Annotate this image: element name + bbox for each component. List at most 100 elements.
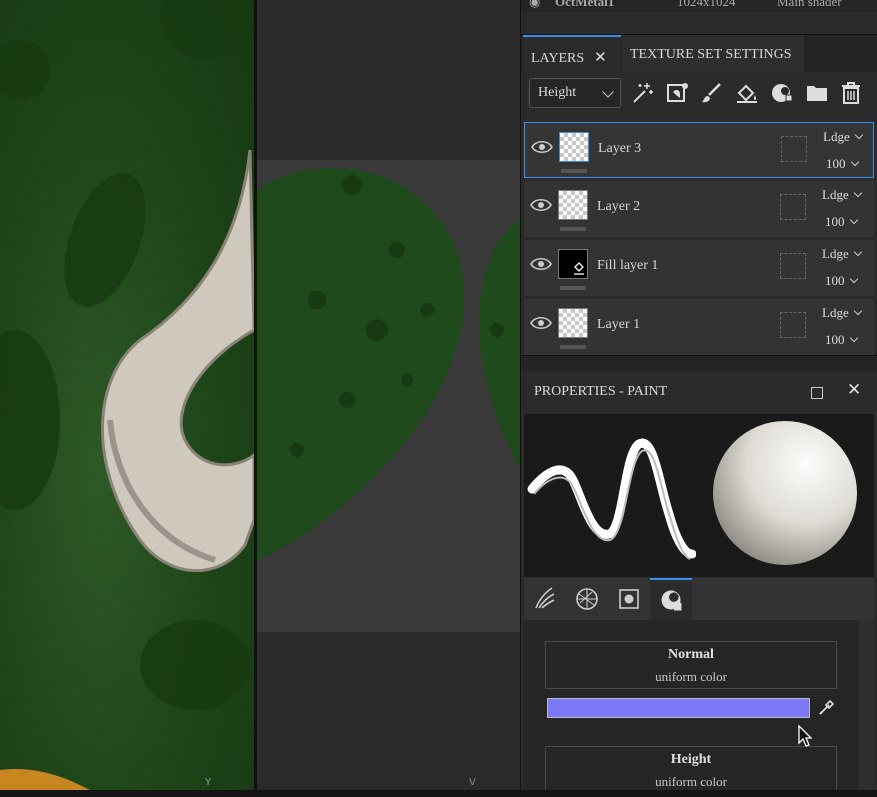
normal-color-swatch[interactable] bbox=[547, 698, 810, 718]
blend-mode-value: Ldge bbox=[822, 187, 849, 202]
chevron-down-icon bbox=[853, 247, 862, 257]
status-strip bbox=[0, 790, 877, 797]
eye-icon[interactable] bbox=[530, 198, 552, 212]
blend-mode-select[interactable]: Ldge bbox=[822, 187, 862, 203]
add-folder-icon[interactable] bbox=[805, 81, 829, 105]
metal-stroke-model bbox=[0, 149, 254, 790]
opacity-select[interactable]: 100 bbox=[825, 332, 858, 348]
channel-name: Height bbox=[670, 752, 712, 767]
layer-stack: Layer 3 Ldge 100 Layer 2 Ldge 100 Fill l… bbox=[524, 122, 874, 358]
tab-texture-set-settings[interactable]: TEXTURE SET SETTINGS bbox=[622, 35, 804, 73]
scrollbar[interactable] bbox=[859, 620, 874, 790]
eye-icon[interactable] bbox=[531, 140, 553, 154]
layer-mask-placeholder[interactable] bbox=[781, 136, 807, 162]
tab-label: TEXTURE SET SETTINGS bbox=[630, 47, 792, 62]
layer-mask-placeholder[interactable] bbox=[780, 312, 806, 338]
opacity-select[interactable]: 100 bbox=[825, 273, 858, 289]
material-sphere-preview bbox=[698, 414, 874, 577]
stroke-preview bbox=[524, 414, 697, 577]
channel-source: uniform color bbox=[655, 669, 727, 684]
add-smart-material-icon[interactable] bbox=[770, 81, 794, 105]
chevron-down-icon bbox=[853, 188, 862, 198]
blend-mode-value: Ldge bbox=[822, 246, 849, 261]
layer-name: Layer 1 bbox=[597, 317, 641, 332]
chevron-down-icon bbox=[602, 86, 614, 98]
texture-set-name: OctMetal1 bbox=[555, 0, 615, 9]
layer-thumbnail bbox=[558, 249, 588, 279]
channel-list: Normal uniform color Height uniform colo… bbox=[524, 620, 858, 790]
right-panel: ◉ OctMetal1 1024x1024 Main shader LAYERS… bbox=[520, 0, 877, 790]
delete-icon[interactable] bbox=[839, 81, 863, 105]
channel-select[interactable]: Height bbox=[529, 78, 621, 108]
opacity-select[interactable]: 100 bbox=[826, 156, 859, 172]
close-icon[interactable]: ✕ bbox=[594, 48, 607, 66]
layer-mask-slot bbox=[560, 345, 586, 349]
layer-thumbnail bbox=[558, 190, 588, 220]
add-effect-icon[interactable] bbox=[631, 81, 655, 105]
blend-mode-value: Ldge bbox=[822, 305, 849, 320]
layer-name: Fill layer 1 bbox=[597, 258, 659, 273]
channel-normal[interactable]: Normal uniform color bbox=[545, 641, 837, 689]
layer-row[interactable]: Layer 1 Ldge 100 bbox=[524, 299, 874, 355]
layers-toolbar: Height bbox=[521, 72, 877, 118]
add-paint-layer-icon[interactable] bbox=[700, 81, 724, 105]
float-window-icon[interactable] bbox=[811, 387, 823, 399]
blend-mode-select[interactable]: Ldge bbox=[822, 246, 862, 262]
opacity-select[interactable]: 100 bbox=[825, 214, 858, 230]
brush-stroke-image bbox=[527, 438, 697, 560]
chevron-down-icon bbox=[854, 130, 863, 140]
layer-mask-slot bbox=[560, 227, 586, 231]
material-icon[interactable] bbox=[566, 578, 608, 620]
uv-island-leaves bbox=[257, 167, 520, 561]
texture-set-row[interactable]: ◉ OctMetal1 1024x1024 Main shader bbox=[521, 0, 877, 12]
chevron-down-icon bbox=[853, 306, 862, 316]
material-sphere-image bbox=[713, 421, 857, 565]
layer-thumbnail bbox=[558, 308, 588, 338]
chevron-down-icon bbox=[850, 157, 859, 167]
eye-icon[interactable] bbox=[530, 257, 552, 271]
tab-label: LAYERS bbox=[531, 51, 585, 66]
fill-bucket-icon bbox=[574, 262, 584, 275]
add-mask-icon[interactable] bbox=[666, 81, 690, 105]
channel-source: uniform color bbox=[655, 774, 727, 789]
layer-row[interactable]: Layer 3 Ldge 100 bbox=[524, 122, 874, 178]
opacity-value: 100 bbox=[825, 214, 845, 229]
eyedropper-icon[interactable] bbox=[818, 698, 836, 716]
texture-set-resolution: 1024x1024 bbox=[677, 0, 736, 9]
panel-tabs: LAYERS ✕ TEXTURE SET SETTINGS bbox=[521, 34, 877, 73]
layer-mask-slot bbox=[560, 286, 586, 290]
tab-layers[interactable]: LAYERS ✕ bbox=[523, 35, 621, 73]
texture-set-shader: Main shader bbox=[777, 0, 842, 9]
channel-icon[interactable] bbox=[650, 578, 692, 620]
opacity-value: 100 bbox=[826, 156, 846, 171]
viewport-3d[interactable]: Y bbox=[0, 0, 254, 790]
axis-label: V bbox=[469, 777, 476, 788]
layer-mask-placeholder[interactable] bbox=[780, 194, 806, 220]
layer-name: Layer 3 bbox=[598, 141, 642, 156]
layer-row[interactable]: Layer 2 Ldge 100 bbox=[524, 181, 874, 237]
layer-name: Layer 2 bbox=[597, 199, 641, 214]
channel-select-value: Height bbox=[538, 85, 577, 100]
chevron-down-icon bbox=[849, 333, 858, 343]
blend-mode-select[interactable]: Ldge bbox=[822, 305, 862, 321]
add-fill-layer-icon[interactable] bbox=[735, 81, 759, 105]
properties-title: PROPERTIES - PAINT bbox=[534, 384, 668, 399]
mask-icon[interactable] bbox=[608, 578, 650, 620]
layer-thumbnail bbox=[559, 132, 589, 162]
blend-mode-value: Ldge bbox=[823, 129, 850, 144]
layer-row[interactable]: Fill layer 1 Ldge 100 bbox=[524, 240, 874, 296]
opacity-value: 100 bbox=[825, 273, 845, 288]
viewport-2d[interactable]: V bbox=[257, 0, 520, 790]
chevron-down-icon bbox=[849, 274, 858, 284]
opacity-value: 100 bbox=[825, 332, 845, 347]
properties-header: PROPERTIES - PAINT ✕ bbox=[521, 371, 877, 413]
brush-stroke-icon[interactable] bbox=[524, 578, 566, 620]
layer-mask-placeholder[interactable] bbox=[780, 253, 806, 279]
channel-height[interactable]: Height uniform color bbox=[545, 746, 837, 790]
axis-label: Y bbox=[205, 777, 212, 788]
eye-icon[interactable] bbox=[530, 316, 552, 330]
close-icon[interactable]: ✕ bbox=[847, 380, 861, 400]
panel-separator[interactable] bbox=[521, 355, 877, 372]
blend-mode-select[interactable]: Ldge bbox=[823, 129, 863, 145]
eye-icon[interactable]: ◉ bbox=[529, 0, 540, 10]
